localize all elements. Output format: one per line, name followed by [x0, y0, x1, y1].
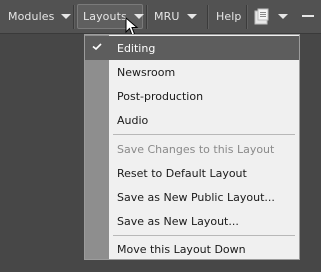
- layout-item-label: Post-production: [117, 89, 204, 103]
- menu-item-label: Reset to Default Layout: [117, 166, 247, 180]
- layout-item-editing[interactable]: Editing: [85, 36, 299, 60]
- save-new-public-layout-item[interactable]: Save as New Public Layout...: [85, 185, 299, 209]
- menu-separator: [113, 134, 295, 135]
- toolbar-divider: [73, 5, 74, 29]
- layout-item-audio[interactable]: Audio: [85, 108, 299, 132]
- document-menu-toggle[interactable]: [276, 4, 292, 29]
- top-toolbar: Modules Layouts MRU Help: [0, 0, 321, 34]
- modules-label: Modules: [8, 10, 55, 23]
- check-icon: [92, 43, 102, 50]
- toolbar-divider: [246, 5, 247, 29]
- toolbar-divider: [146, 5, 147, 29]
- toolbar-divider: [207, 5, 208, 29]
- layout-item-post-production[interactable]: Post-production: [85, 84, 299, 108]
- menu-item-label: Move this Layout Down: [117, 242, 246, 256]
- chevron-down-icon: [61, 14, 72, 19]
- minimize-icon[interactable]: [302, 15, 314, 17]
- menu-item-label: Save as New Layout...: [117, 214, 239, 228]
- layouts-label: Layouts: [83, 10, 127, 23]
- help-menu-button[interactable]: Help: [211, 4, 246, 29]
- layout-item-label: Editing: [117, 41, 156, 55]
- modules-menu-button[interactable]: Modules: [3, 4, 75, 29]
- mru-label: MRU: [154, 10, 180, 23]
- document-icon[interactable]: [254, 8, 270, 25]
- mru-menu-button[interactable]: MRU: [149, 4, 201, 29]
- menu-separator: [113, 235, 295, 236]
- menu-item-label: Save Changes to this Layout: [117, 142, 275, 156]
- chevron-down-icon: [278, 14, 288, 19]
- layouts-dropdown-menu: Editing Newsroom Post-production Audio S…: [84, 34, 300, 260]
- layout-item-label: Newsroom: [117, 65, 176, 79]
- layout-item-label: Audio: [117, 113, 149, 127]
- save-changes-item: Save Changes to this Layout: [85, 137, 299, 161]
- save-new-layout-item[interactable]: Save as New Layout...: [85, 209, 299, 233]
- move-layout-down-item[interactable]: Move this Layout Down: [85, 237, 299, 261]
- menu-item-label: Save as New Public Layout...: [117, 190, 275, 204]
- chevron-down-icon: [186, 14, 197, 19]
- help-label: Help: [216, 10, 242, 23]
- reset-default-layout-item[interactable]: Reset to Default Layout: [85, 161, 299, 185]
- layout-item-newsroom[interactable]: Newsroom: [85, 60, 299, 84]
